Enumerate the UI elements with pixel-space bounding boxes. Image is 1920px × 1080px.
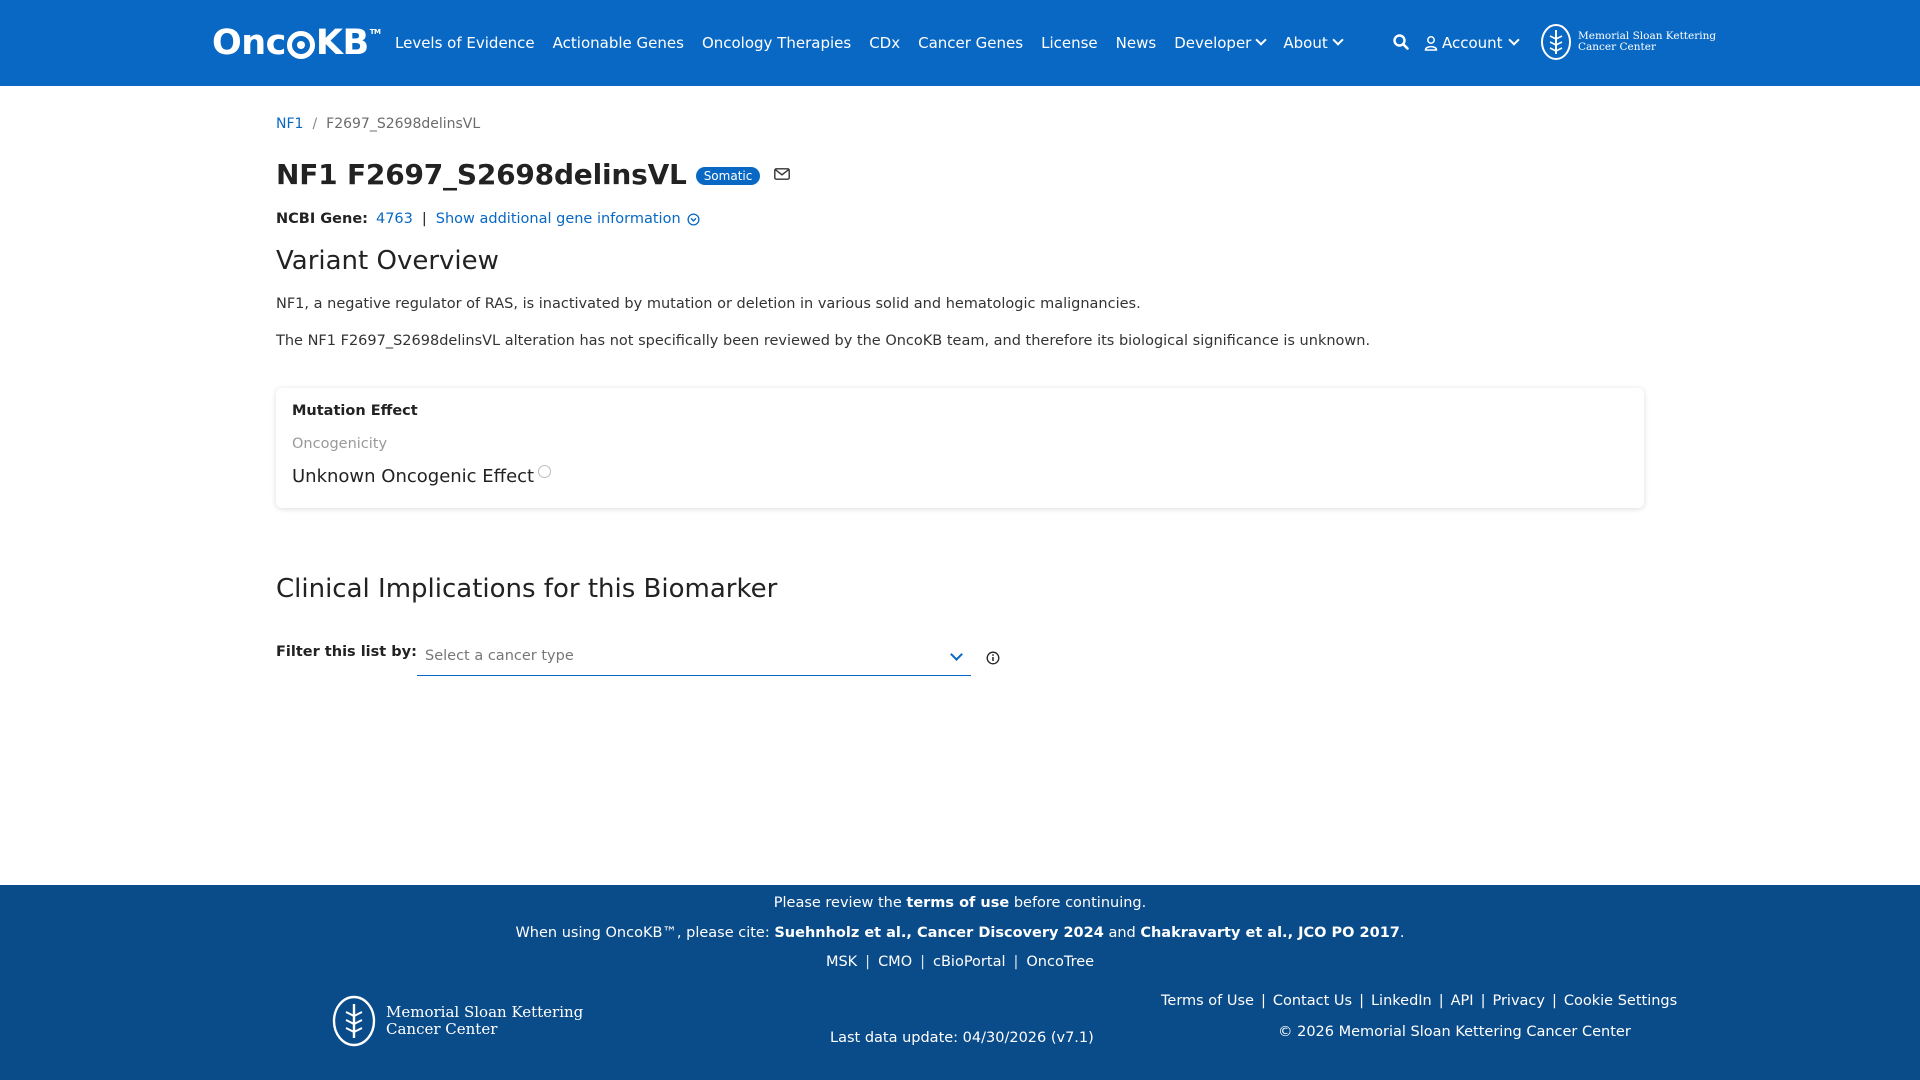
cbioportal-link[interactable]: cBioPortal (933, 954, 1005, 970)
cite-link-1[interactable]: Suehnholz et al., Cancer Discovery 2024 (774, 925, 1104, 941)
cite-end: . (1399, 925, 1405, 941)
link-separator: | (1359, 993, 1364, 1009)
cite-intro: When using OncoKB™, please cite: (515, 925, 770, 941)
logo-text-start: Onc (212, 23, 286, 63)
oncokb-logo[interactable]: Onc KB TM (212, 22, 381, 64)
chevron-circle-down-icon[interactable] (687, 212, 700, 226)
logo-o-icon (286, 31, 315, 59)
breadcrumb: NF1 / F2697_S2698delinsVL (276, 116, 480, 132)
account-dropdown[interactable]: Account (1424, 0, 1520, 86)
link-separator: | (1438, 993, 1444, 1009)
oncogenicity-circle-icon (538, 465, 552, 478)
partner-links: MSK | CMO | cBioPortal | OncoTree (0, 954, 1920, 970)
page-footer: Please review the terms of use before co… (0, 885, 1920, 1080)
chevron-down-icon (1507, 34, 1520, 46)
filter-label: Filter this list by: (276, 644, 417, 660)
msk-line2: Cancer Center (1578, 41, 1656, 53)
gene-summary: NF1, a negative regulator of RAS, is ina… (276, 296, 1141, 312)
chevron-down-icon (1332, 34, 1344, 46)
link-separator: | (920, 954, 926, 970)
ncbi-gene-id-link[interactable]: 4763 (376, 211, 413, 227)
mutation-effect-card: Mutation Effect Oncogenicity Unknown Onc… (276, 388, 1644, 508)
user-icon (1424, 36, 1438, 51)
nav-developer-label: Developer (1174, 34, 1252, 52)
clinical-implications-heading: Clinical Implications for this Biomarker (276, 574, 778, 604)
nav-cdx[interactable]: CDx (869, 34, 900, 52)
page-title: NF1 F2697_S2698delinsVL (276, 158, 687, 191)
oncotree-link[interactable]: OncoTree (1026, 954, 1094, 970)
nav-actionable-genes[interactable]: Actionable Genes (553, 34, 684, 52)
cmo-link[interactable]: CMO (878, 954, 912, 970)
msk-header-logo[interactable]: Memorial Sloan Kettering Cancer Center (1540, 23, 1716, 61)
variant-summary: The NF1 F2697_S2698delinsVL alteration h… (276, 333, 1371, 349)
terms-of-use-link[interactable]: terms of use (906, 895, 1009, 911)
top-navbar: Onc KB TM Levels of Evidence Actionable Ge… (0, 0, 1920, 86)
mutation-effect-title: Mutation Effect (292, 403, 418, 419)
nav-about-label: About (1283, 34, 1328, 52)
footer-contact-link[interactable]: Contact Us (1273, 993, 1352, 1009)
link-separator: | (1013, 954, 1019, 970)
footer-linkedin-link[interactable]: LinkedIn (1371, 993, 1432, 1009)
footer-privacy-link[interactable]: Privacy (1492, 993, 1545, 1009)
msk-footer-logo[interactable]: Memorial Sloan Kettering Cancer Center (332, 995, 583, 1047)
footer-terms-link[interactable]: Terms of Use (1161, 993, 1254, 1009)
show-gene-info-link[interactable]: Show additional gene information (436, 211, 681, 227)
cancer-type-placeholder: Select a cancer type (425, 648, 574, 664)
oncogenicity-label: Oncogenicity (292, 436, 388, 452)
nav-news[interactable]: News (1116, 34, 1157, 52)
msk-footer-line2: Cancer Center (386, 1020, 498, 1038)
msk-emblem-icon (332, 995, 376, 1047)
title-row: NF1 F2697_S2698delinsVL Somatic (276, 158, 791, 191)
msk-header-text: Memorial Sloan Kettering Cancer Center (1578, 31, 1716, 53)
ncbi-gene-label: NCBI Gene: (276, 211, 368, 227)
footer-api-link[interactable]: API (1451, 993, 1474, 1009)
citation-notice: When using OncoKB™, please cite: Suehnho… (0, 925, 1920, 941)
terms-notice: Please review the terms of use before co… (0, 895, 1920, 911)
link-separator: | (1551, 993, 1557, 1009)
logo-trademark: TM (369, 28, 381, 36)
oncogenicity-value: Unknown Oncogenic Effect (292, 465, 552, 487)
mail-icon[interactable] (774, 167, 791, 180)
terms-notice-after: before continuing. (1013, 895, 1147, 911)
somatic-badge: Somatic (695, 166, 761, 185)
footer-cookie-settings-link[interactable]: Cookie Settings (1564, 993, 1677, 1009)
ncbi-separator: | (421, 211, 427, 227)
oncogenicity-value-text: Unknown Oncogenic Effect (292, 466, 535, 487)
search-icon[interactable] (1392, 33, 1410, 51)
nav-oncology-therapies[interactable]: Oncology Therapies (702, 34, 851, 52)
link-separator: | (1480, 993, 1486, 1009)
msk-footer-text: Memorial Sloan Kettering Cancer Center (386, 1004, 583, 1038)
breadcrumb-gene-link[interactable]: NF1 (276, 116, 303, 132)
terms-notice-before: Please review the (773, 895, 902, 911)
breadcrumb-separator: / (312, 116, 318, 132)
link-separator: | (865, 954, 871, 970)
msk-emblem-icon (1541, 24, 1571, 60)
main-nav: Levels of Evidence Actionable Genes Onco… (395, 0, 1360, 86)
cite-and: and (1108, 925, 1136, 941)
link-separator: | (1260, 993, 1266, 1009)
logo-text-end: KB (315, 23, 369, 63)
copyright: © 2026 Memorial Sloan Kettering Cancer C… (1278, 1024, 1631, 1040)
account-label: Account (1442, 34, 1503, 52)
msk-link[interactable]: MSK (826, 954, 857, 970)
chevron-down-icon (1255, 34, 1268, 46)
nav-license[interactable]: License (1041, 34, 1098, 52)
variant-overview-heading: Variant Overview (276, 246, 499, 276)
nav-about-dropdown[interactable]: About (1283, 34, 1344, 52)
info-icon[interactable] (986, 651, 1000, 665)
cancer-type-select[interactable]: Select a cancer type (417, 638, 971, 676)
chevron-down-icon[interactable] (950, 648, 963, 661)
breadcrumb-current: F2697_S2698delinsVL (326, 116, 481, 132)
msk-footer-line1: Memorial Sloan Kettering (386, 1003, 584, 1021)
last-data-update: Last data update: 04/30/2026 (v7.1) (830, 1030, 1094, 1046)
ncbi-gene-row: NCBI Gene: 4763 | Show additional gene i… (276, 211, 700, 227)
footer-links: Terms of Use | Contact Us | LinkedIn | API |… (1161, 993, 1677, 1009)
nav-developer-dropdown[interactable]: Developer (1174, 34, 1268, 52)
cite-link-2[interactable]: Chakravarty et al., JCO PO 2017 (1140, 925, 1400, 941)
nav-levels-of-evidence[interactable]: Levels of Evidence (395, 34, 535, 52)
nav-cancer-genes[interactable]: Cancer Genes (918, 34, 1023, 52)
